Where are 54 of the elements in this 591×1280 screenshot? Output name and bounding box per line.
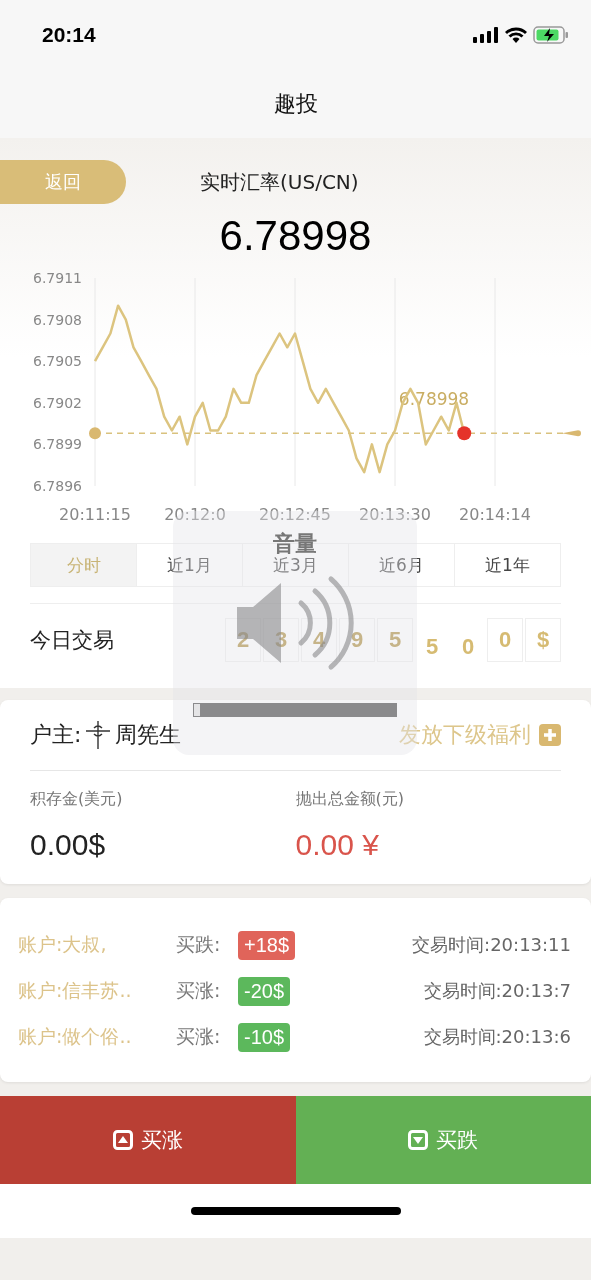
counter-digit: $	[525, 618, 561, 662]
y-axis-label: 6.7905	[33, 353, 82, 370]
y-axis-label: 6.7911	[33, 270, 82, 286]
counter-digit: 5	[377, 618, 413, 662]
trade-amount: -10$	[238, 1022, 291, 1052]
trade-time: 交易时间:20:13:7	[423, 979, 571, 1003]
counter-digit: 9	[339, 618, 375, 662]
counter-digit: 0	[487, 618, 523, 662]
y-axis-label: 6.7896	[33, 478, 82, 494]
y-axis-label: 6.7902	[33, 394, 82, 411]
counter-digit: 0	[460, 633, 476, 660]
buy-up-button[interactable]: 买涨	[0, 1096, 296, 1184]
rate-title: 实时汇率(US/CN)	[200, 168, 359, 196]
wifi-icon	[505, 27, 527, 43]
y-axis-label: 6.7899	[33, 436, 82, 453]
x-axis-label: 20:13:30	[359, 505, 431, 523]
account-name: 账户:大叔,	[18, 932, 108, 957]
counter-digit: 5	[424, 633, 440, 660]
counter-digit: 4	[301, 618, 337, 662]
stat-label: 抛出总金额(元)	[295, 789, 405, 810]
stat-value: 0.00$	[30, 828, 107, 862]
trade-time: 交易时间:20:13:6	[423, 1025, 571, 1049]
y-axis-label: 6.7908	[33, 311, 82, 328]
trade-amount: -20$	[238, 976, 291, 1006]
stat-label: 积存金(美元)	[30, 789, 124, 810]
trade-amount: +18$	[238, 930, 296, 960]
buy-down-button[interactable]: 买跌	[295, 1096, 591, 1184]
stat-value: 0.00 ¥	[295, 828, 380, 862]
owner-name: 周筅生	[115, 721, 182, 749]
trade-action: 买涨:	[176, 978, 222, 1003]
x-axis-label: 20:12:45	[259, 505, 331, 523]
x-axis-label: 20:12:0	[164, 505, 226, 523]
avatar-ornament-icon	[85, 719, 112, 751]
owner-label: 户主:	[30, 721, 82, 749]
signal-icon	[473, 27, 499, 43]
plus-icon	[539, 724, 561, 746]
status-time: 20:14	[42, 23, 96, 47]
nav-title: 趣投	[273, 90, 318, 118]
battery-charging-icon	[533, 26, 569, 44]
back-button[interactable]: 返回	[0, 160, 126, 204]
trade-action: 买跌:	[176, 932, 222, 957]
start-dot	[89, 427, 101, 440]
account-name: 账户:信丰苏..	[18, 978, 133, 1003]
rate-value: 6.78998	[218, 212, 373, 260]
counter-digit: 3	[263, 618, 299, 662]
account-name: 账户:做个俗..	[18, 1024, 133, 1049]
x-axis-label: 20:11:15	[59, 505, 131, 523]
x-axis-label: 20:14:14	[459, 505, 531, 523]
current-dot	[457, 426, 472, 441]
today-trade-label: 今日交易	[30, 627, 114, 654]
period-tab[interactable]: 分时	[31, 544, 136, 586]
trade-time: 交易时间:20:13:11	[412, 933, 571, 957]
trade-action: 买涨:	[176, 1024, 222, 1049]
pointer-icon	[562, 430, 581, 437]
